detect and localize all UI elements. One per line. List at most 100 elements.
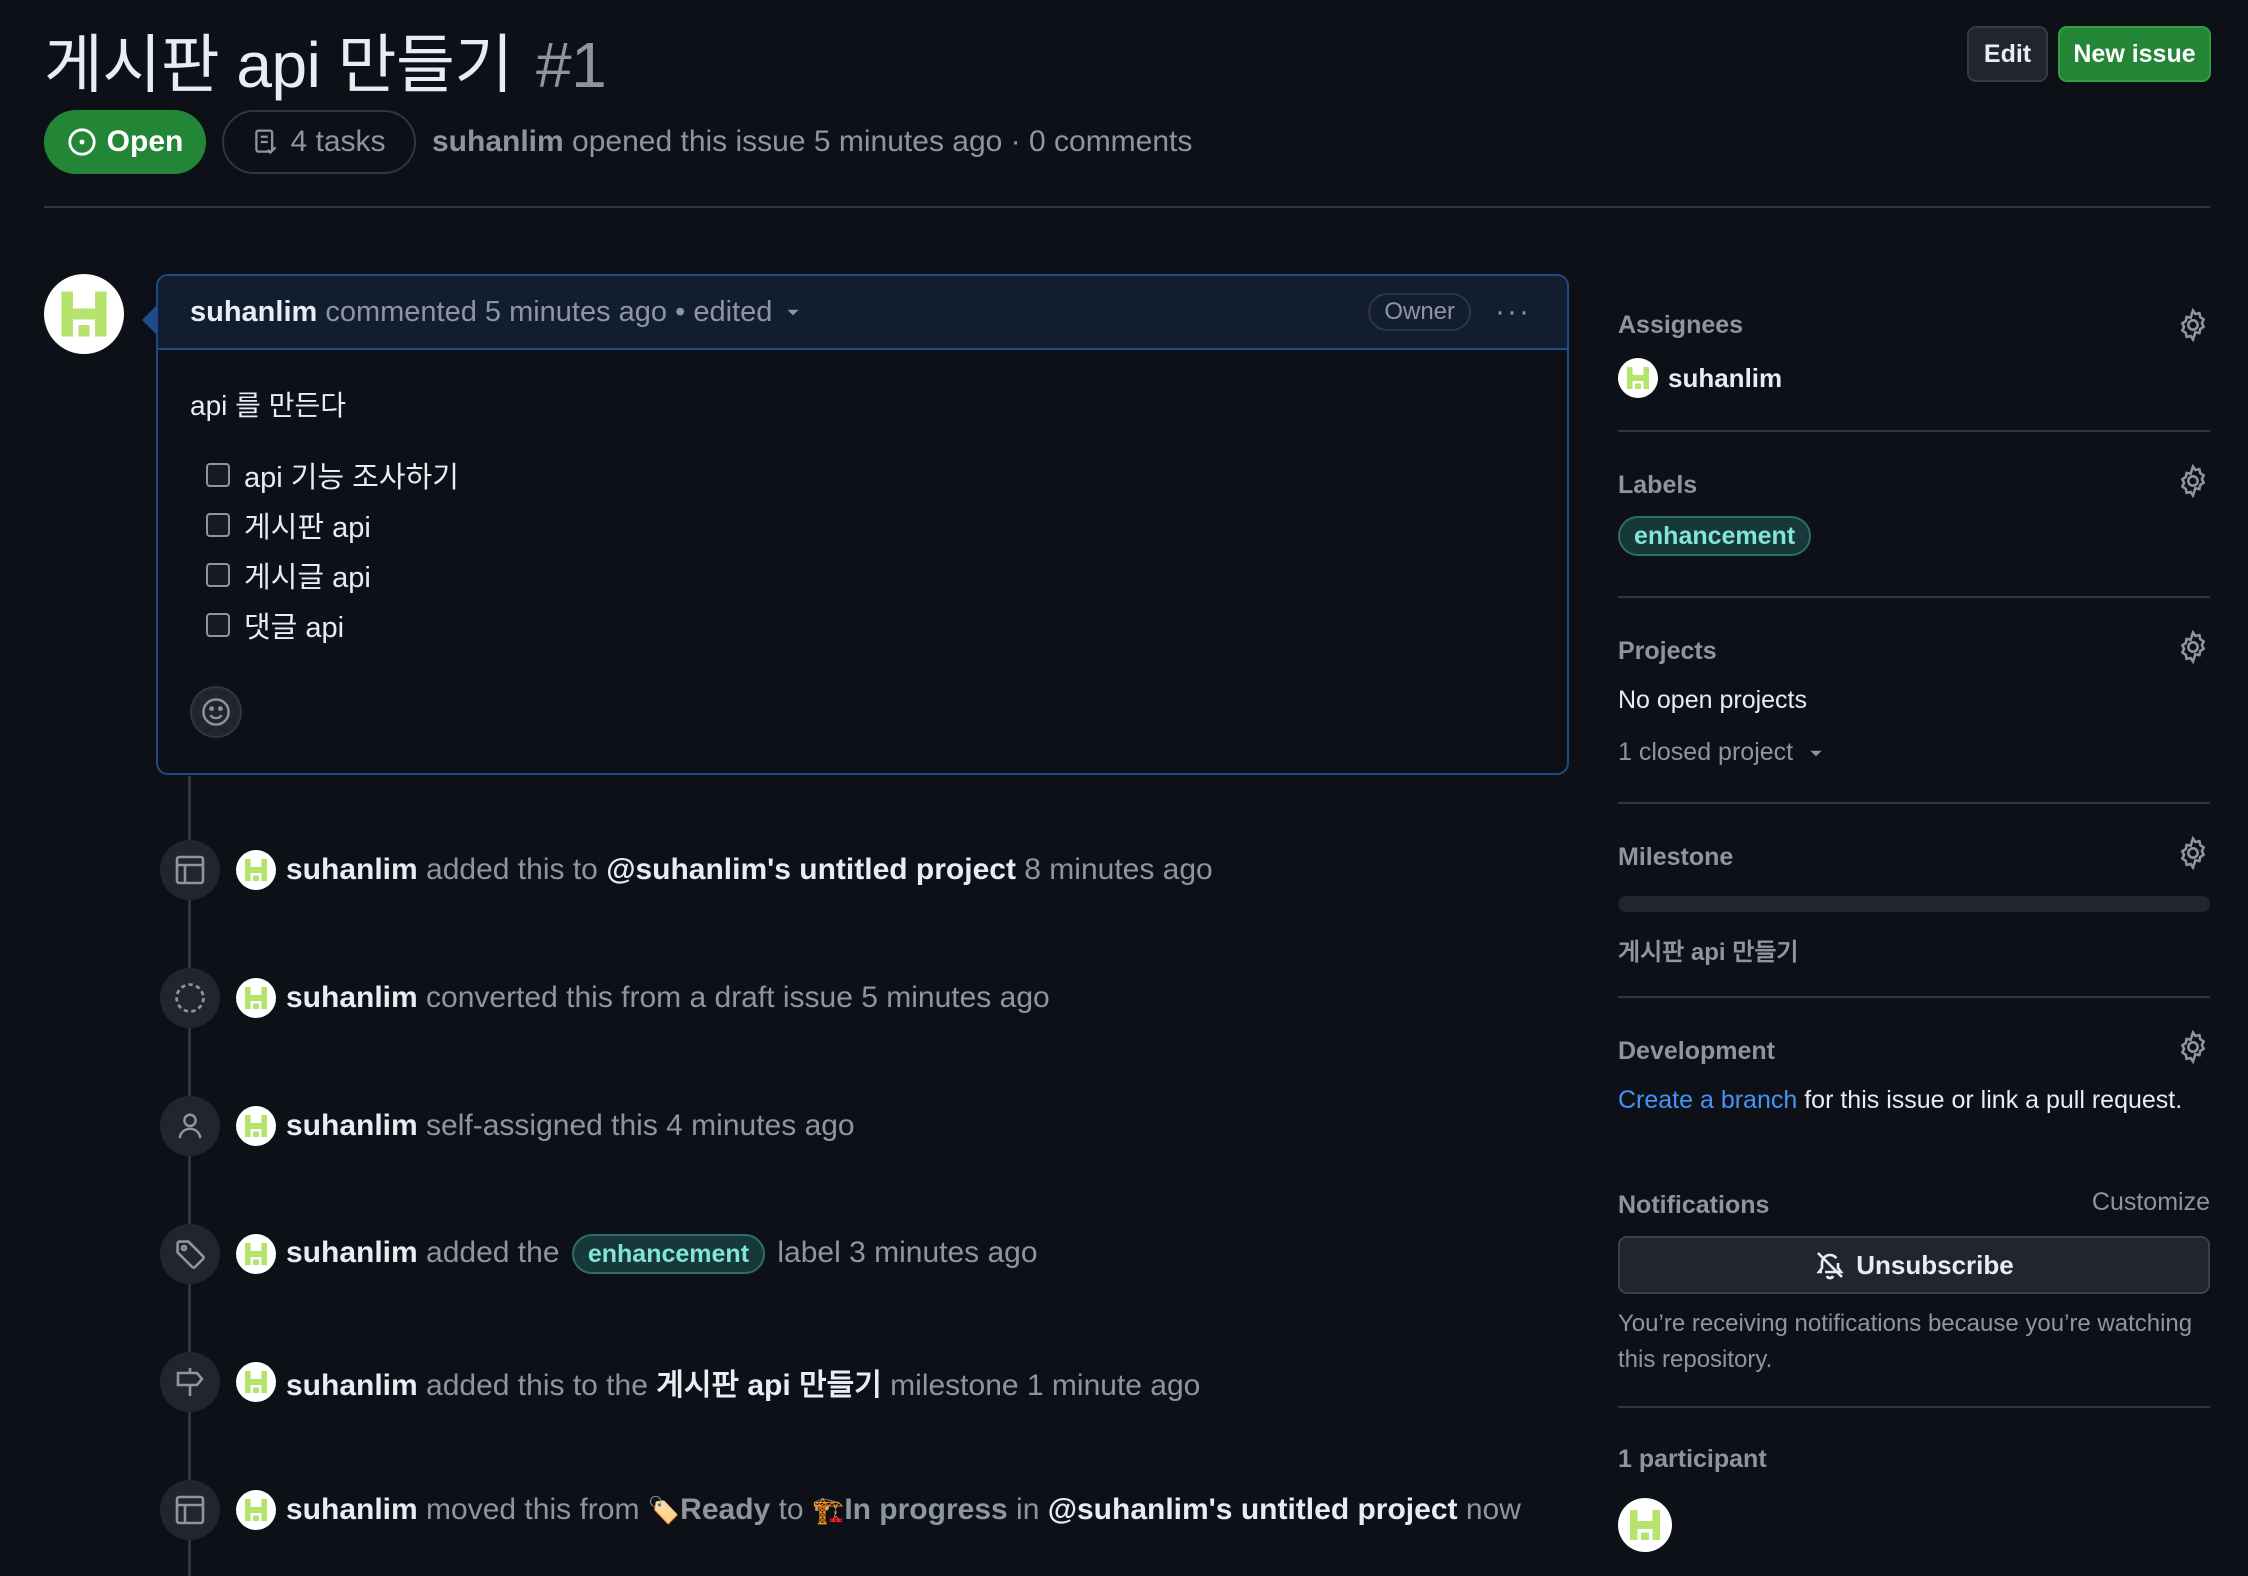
sidebar-divider [1618, 802, 2210, 804]
identicon-icon [244, 1114, 268, 1138]
event-actor[interactable]: suhanlim [286, 1236, 418, 1269]
unsubscribe-button[interactable]: Unsubscribe [1618, 1236, 2210, 1294]
event-text: suhanlim self-assigned this 4 minutes ag… [286, 1109, 855, 1143]
event-actor[interactable]: suhanlim [286, 853, 418, 886]
avatar[interactable] [44, 274, 124, 354]
timeline-event: suhanlim moved this from 🏷️Ready to 🏗️In… [160, 1480, 1521, 1540]
notifications-title: Notifications [1618, 1191, 1770, 1219]
milestone-link[interactable]: 게시판 api 만들기 [1618, 932, 1799, 967]
task-item: 댓글 api [190, 600, 1535, 650]
create-branch-link[interactable]: Create a branch [1618, 1086, 1797, 1114]
avatar[interactable] [236, 1234, 276, 1274]
event-actor[interactable]: suhanlim [286, 1493, 418, 1526]
gear-icon[interactable] [2176, 836, 2210, 870]
comment-author[interactable]: suhanlim [190, 296, 317, 329]
issue-comment: suhanlim commented 5 minutes ago • edite… [142, 274, 1569, 775]
bell-slash-icon [1816, 1252, 1844, 1280]
event-part: converted this from a draft issue 5 minu… [426, 981, 1050, 1014]
sidebar-projects: Projects No open projects 1 closed proje… [1618, 630, 2210, 774]
sidebar-divider [1618, 430, 2210, 432]
label-badge[interactable]: enhancement [571, 1234, 766, 1274]
comment-options-button[interactable]: ··· [1495, 295, 1535, 329]
event-part: added this to the [426, 1369, 657, 1402]
event-actor[interactable]: suhanlim [286, 1109, 418, 1142]
identicon-icon [244, 858, 268, 882]
add-reaction-button[interactable] [190, 686, 242, 738]
sidebar-labels: Labels enhancement [1618, 464, 2210, 558]
identicon-icon [1629, 1509, 1661, 1541]
avatar [1618, 358, 1658, 398]
gear-icon[interactable] [2176, 1030, 2210, 1064]
task-label: 댓글 api [244, 612, 345, 644]
owner-badge: Owner [1368, 293, 1471, 331]
milestone-icon [160, 1352, 220, 1412]
unsubscribe-label: Unsubscribe [1856, 1249, 2014, 1280]
task-label: api 기능 조사하기 [244, 462, 459, 494]
avatar[interactable] [236, 1106, 276, 1146]
timeline-event: suhanlim added this to @suhanlim's untit… [160, 840, 1213, 900]
avatar[interactable] [236, 1362, 276, 1402]
task-item: 게시판 api [190, 500, 1535, 550]
identicon-icon [244, 1498, 268, 1522]
customize-link[interactable]: Customize [2092, 1188, 2210, 1217]
participants-title: 1 participant [1618, 1445, 1767, 1473]
event-actor[interactable]: suhanlim [286, 1369, 418, 1402]
project-link[interactable]: @suhanlim's untitled project [606, 853, 1016, 886]
avatar[interactable] [236, 978, 276, 1018]
identicon-icon [1626, 366, 1650, 390]
milestone-progress-bar [1618, 896, 2210, 912]
closed-projects-toggle[interactable]: 1 closed project [1618, 738, 1825, 767]
tag-icon [160, 1224, 220, 1284]
task-checkbox[interactable] [206, 463, 230, 487]
event-actor[interactable]: suhanlim [286, 981, 418, 1014]
avatar[interactable] [1618, 1498, 1672, 1552]
task-checkbox[interactable] [206, 613, 230, 637]
comment-meta[interactable]: commented 5 minutes ago • edited [325, 296, 772, 329]
identicon-icon [244, 1242, 268, 1266]
identicon-icon [61, 291, 107, 337]
gear-icon[interactable] [2176, 630, 2210, 664]
construction-icon: 🏗️ [811, 1495, 845, 1525]
chevron-down-icon [1810, 750, 1822, 756]
task-checkbox[interactable] [206, 513, 230, 537]
sidebar-divider [1618, 596, 2210, 598]
avatar[interactable] [236, 1490, 276, 1530]
assignees-title: Assignees [1618, 311, 1744, 339]
issue-author-link[interactable]: suhanlim [432, 125, 564, 158]
header-divider [44, 206, 2210, 208]
event-text: suhanlim added this to @suhanlim's untit… [286, 853, 1213, 887]
smiley-icon [202, 698, 230, 726]
avatar[interactable] [236, 850, 276, 890]
event-part: self-assigned this 4 minutes ago [426, 1109, 855, 1142]
identicon-icon [244, 986, 268, 1010]
project-link[interactable]: @suhanlim's untitled project [1048, 1493, 1458, 1526]
task-label: 게시글 api [244, 562, 371, 594]
event-part: added the [426, 1235, 560, 1269]
event-part: moved this from [426, 1493, 640, 1526]
gear-icon[interactable] [2176, 464, 2210, 498]
new-issue-button[interactable]: New issue [2058, 26, 2211, 82]
development-rest: for this issue or link a pull request. [1804, 1086, 2183, 1114]
labels-title: Labels [1618, 471, 1698, 499]
identicon-icon [244, 1370, 268, 1394]
assignee-row[interactable]: suhanlim [1618, 358, 1782, 398]
state-badge: Open [44, 110, 206, 174]
milestone-link[interactable]: 게시판 api 만들기 [656, 1369, 882, 1402]
table-icon [160, 1480, 220, 1540]
tasks-count: 4 tasks [290, 125, 386, 158]
task-checkbox[interactable] [206, 563, 230, 587]
comment-text: api 를 만든다 [190, 390, 346, 421]
tasks-pill[interactable]: 4 tasks [222, 110, 416, 174]
comment-header: suhanlim commented 5 minutes ago • edite… [158, 276, 1567, 350]
edit-button[interactable]: Edit [1967, 26, 2048, 82]
sidebar-milestone: Milestone 게시판 api 만들기 [1618, 836, 2210, 966]
label-badge[interactable]: enhancement [1618, 516, 1812, 556]
timeline-event: suhanlim converted this from a draft iss… [160, 968, 1050, 1028]
event-part: milestone 1 minute ago [881, 1369, 1201, 1402]
task-item: api 기능 조사하기 [190, 450, 1535, 500]
status-from: Ready [680, 1493, 771, 1526]
gear-icon[interactable] [2176, 308, 2210, 342]
event-part: in [1016, 1493, 1040, 1526]
chevron-down-icon[interactable] [784, 303, 802, 321]
event-part: added this to [426, 853, 607, 886]
